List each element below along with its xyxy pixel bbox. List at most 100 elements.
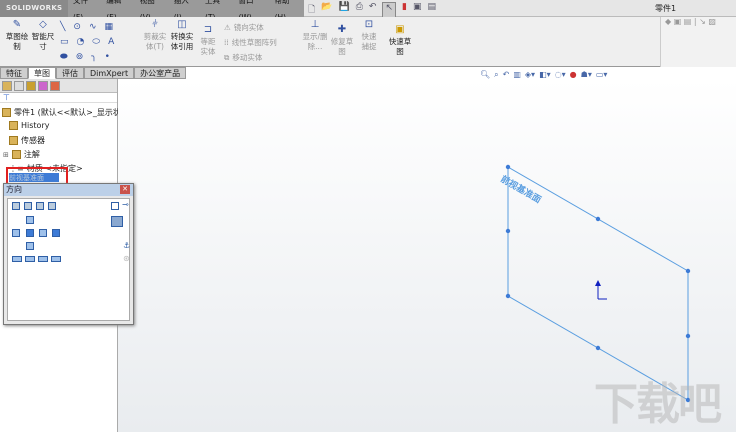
configuration-tab-icon[interactable] [26,81,36,91]
tab-sketch[interactable]: 草图 [28,67,56,79]
grid-icon[interactable]: ▦ [105,22,114,32]
mirror-button[interactable]: ⚠ 镜向实体 [224,22,264,33]
sketch-button[interactable]: ✎ 草图绘制 [4,20,30,52]
sketch-icon: ✎ [12,19,22,30]
tree-root[interactable]: 零件1 (默认<<默认>_显示状态 [2,107,129,118]
file-properties-icon[interactable]: ▣ [413,2,422,18]
open-icon[interactable]: 📂 [321,2,332,18]
feature-tree-tab-icon[interactable] [2,81,12,91]
single-view-icon[interactable] [12,256,22,262]
view-normal-icon[interactable] [12,202,20,210]
tab-features[interactable]: 特征 [0,67,28,79]
view-icon-4[interactable] [48,202,56,210]
solidworks-logo: SOLIDWORKS [0,0,68,17]
tab-office-products[interactable]: 办公室产品 [134,67,187,79]
top-view-icon[interactable] [26,216,34,224]
title-bar: SOLIDWORKS 文件(F) 编辑(E) 视图(V) 插入(I) 工具(T)… [0,0,736,22]
link-views-icon[interactable]: ⊛ [123,254,130,263]
polygon-icon[interactable]: ⊚ [76,52,84,62]
convert-entities-button[interactable]: ◫ 转换实体引用 [169,20,195,52]
fillet-icon[interactable]: ╮ [91,52,96,62]
relations-icon: ⊥ [310,19,320,30]
annotation-icon [11,150,21,159]
arc-icon[interactable]: ◔ [77,37,85,47]
quick-access-toolbar: 🗋 📂 💾 ⎙ ↶ ↖ ▮ ▣ ▤ [308,2,436,18]
snap-icon: ⊡ [364,19,374,30]
tab-dimxpert[interactable]: DimXpert [84,67,135,79]
print-icon[interactable]: ⎙ [356,2,363,18]
quick-snaps-button[interactable]: ⊡ 快速捕捉 [358,20,380,52]
repair-icon: ✚ [337,24,347,35]
pattern-icon: ⁞⁞ [224,38,229,47]
text-icon[interactable]: A [108,37,114,47]
view-icon-2[interactable] [24,202,32,210]
filter-icon[interactable]: ⊤ [0,93,117,103]
two-view-horizontal-icon[interactable] [25,256,35,262]
display-tab-icon[interactable] [50,81,60,91]
tree-item-history[interactable]: History [9,121,49,130]
toolbar-icons[interactable]: ◆ ▣ ▤ | ↘ ▨ [661,17,716,26]
tab-evaluate[interactable]: 评估 [56,67,84,79]
view-icon-3[interactable] [36,202,44,210]
repair-sketch-button[interactable]: ✚ 修复草图 [330,25,354,57]
view-selector-icon[interactable] [111,216,123,227]
offset-icon: ⊐ [203,24,213,35]
property-manager-tab-icon[interactable] [14,81,24,91]
rapid-sketch-icon: ▣ [395,24,405,35]
ellipse-icon[interactable]: ⬭ [92,37,100,47]
spline-icon[interactable]: ∿ [89,22,97,32]
dimension-icon: ◇ [39,19,47,30]
convert-icon: ◫ [177,19,187,30]
move-entities-button[interactable]: ⧉ 移动实体 [224,52,262,63]
circle-icon[interactable]: ⊙ [73,22,81,32]
linear-pattern-button[interactable]: ⁞⁞ 线性草图阵列 [224,37,277,48]
document-title: 零件1 [655,4,677,13]
dimxpert-tab-icon[interactable] [38,81,48,91]
new-icon[interactable]: 🗋 [308,2,315,18]
front-view-icon[interactable] [26,229,34,237]
panel-tabs [0,79,117,93]
right-view-icon[interactable] [39,229,47,237]
new-view-icon[interactable] [111,202,119,210]
watermark: 下载吧 [594,379,722,430]
left-view-icon[interactable] [12,229,20,237]
options-icon[interactable]: ▤ [427,2,436,18]
orientation-body: ⊸ ⚓ ⊛ [7,198,130,321]
point-icon[interactable]: • [105,52,110,62]
back-view-icon[interactable] [52,229,60,237]
bottom-view-icon[interactable] [26,242,34,250]
slot-icon[interactable]: ⬬ [60,52,68,62]
offset-button[interactable]: ⊐ 等距实体 [197,25,219,57]
tree-item-sensors[interactable]: 传感器 [9,135,45,146]
save-icon[interactable]: 💾 [338,2,349,18]
line-icon[interactable]: ╲ [60,22,65,32]
command-manager: ✎ 草图绘制 ◇ 智能尺寸 ╲ ⊙ ∿ ▦ ▭ ◔ ⬭ A ⬬ ⊚ ╮ • ⫩ 剪裁实体(T) ◫ 转换实… [0,17,660,67]
undo-icon[interactable]: ↶ [369,2,377,18]
two-view-vertical-icon[interactable] [38,256,48,262]
tree-item-annotations[interactable]: ⊞ 注解 [3,149,40,160]
rectangle-icon[interactable]: ▭ [60,37,69,47]
command-tabs: 特征 草图 评估 DimXpert 办公室产品 [0,67,187,79]
rebuild-icon[interactable]: ▮ [402,2,407,18]
menu-bar: 文件(F) 编辑(E) 视图(V) 插入(I) 工具(T) 窗口(W) 帮助(H… [68,0,304,22]
pin-icon[interactable]: ⊸ [122,200,129,209]
history-icon [9,121,18,130]
close-icon[interactable]: ✕ [120,185,130,194]
trim-button[interactable]: ⫩ 剪裁实体(T) [142,20,168,52]
sketch-entity-tools: ╲ ⊙ ∿ ▦ [60,22,113,32]
ribbon-right-panel: ◆ ▣ ▤ | ↘ ▨ [660,17,736,67]
rapid-sketch-button[interactable]: ▣ 快速草图 [388,25,412,57]
select-icon[interactable]: ↖ [382,2,396,18]
smart-dimension-button[interactable]: ◇ 智能尺寸 [31,20,55,52]
four-view-icon[interactable] [51,256,61,262]
orientation-dialog: 方向 ✕ ⊸ ⚓ ⊛ [3,183,134,325]
move-icon: ⧉ [224,52,230,62]
trim-icon: ⫩ [152,19,158,30]
anchor-icon[interactable]: ⚓ [123,241,130,250]
sensor-icon [9,136,18,145]
dialog-title[interactable]: 方向 [4,184,133,196]
mirror-icon: ⚠ [224,23,231,32]
expand-icon[interactable]: ⊞ [3,151,9,159]
part-icon [2,108,11,117]
show-delete-relations-button[interactable]: ⊥ 显示/删除... [302,20,328,52]
